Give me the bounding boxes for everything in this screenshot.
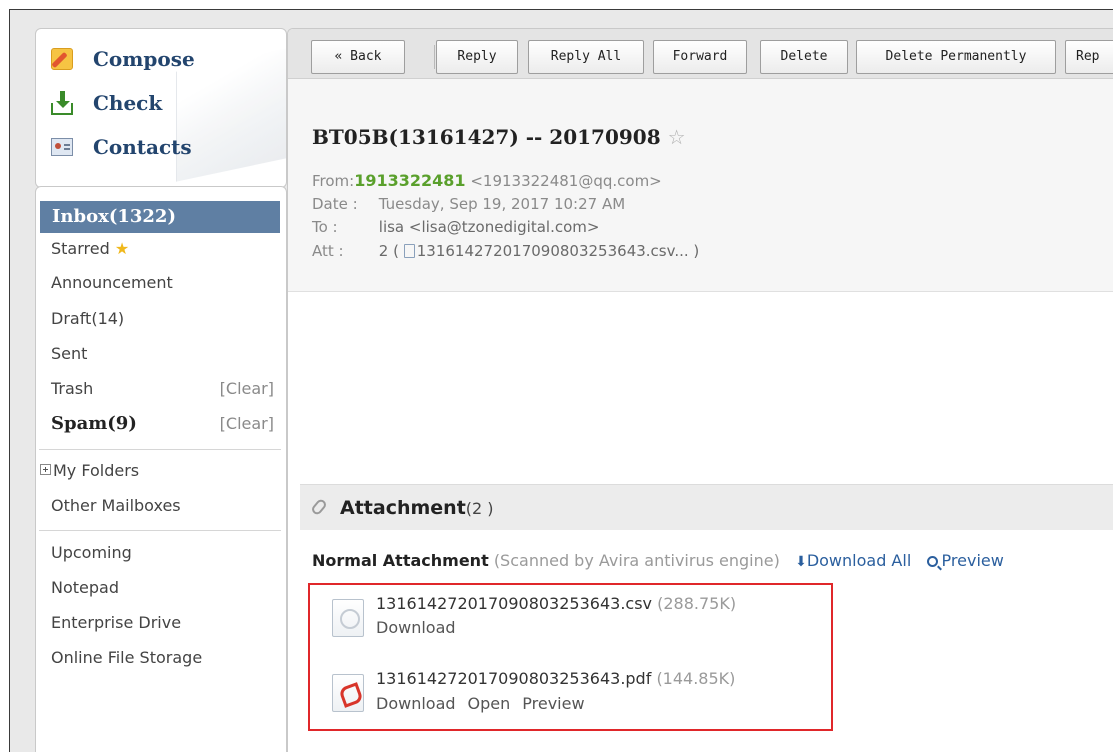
folder-list: Inbox(1322) Starred ★ Announcement Draft… — [35, 186, 287, 752]
att-label: Att : — [312, 242, 344, 260]
to-label: To : — [312, 218, 338, 236]
att-line: Att : 2 ( 13161427201709080325364​3.csv.… — [312, 242, 700, 260]
notepad[interactable]: Notepad — [51, 576, 119, 600]
enterprise-drive[interactable]: Enterprise Drive — [51, 611, 181, 635]
normal-attachment-bar: Normal Attachment (Scanned by Avira anti… — [312, 551, 1004, 570]
toolbar-separator — [434, 45, 435, 69]
reply-button[interactable]: Reply — [436, 40, 518, 74]
csv-actions: Download — [376, 618, 468, 637]
message-pane: « Back Reply Reply All Forward Delete De… — [287, 28, 1113, 752]
other-mailboxes[interactable]: Other Mailboxes — [51, 494, 181, 518]
attachment-item: 13161427201709080325364​3.csv (288.75K) — [376, 594, 736, 613]
attachment-count: (2 ) — [465, 499, 494, 518]
contacts-button[interactable]: Contacts — [51, 129, 192, 165]
download-all-label: Download All — [806, 551, 912, 570]
divider — [39, 530, 281, 531]
contacts-icon — [51, 138, 73, 156]
date-value: Tuesday, Sep 19, 2017 10:27 AM — [378, 195, 626, 213]
date-line: Date : Tuesday, Sep 19, 2017 10:27 AM — [312, 193, 625, 215]
attachment-title-text: Attachment — [340, 497, 466, 519]
pdf-download-link[interactable]: Download — [376, 694, 456, 713]
compose-button[interactable]: Compose — [51, 41, 195, 77]
from-email: <1913322481@qq.com> — [470, 172, 662, 190]
trash-clear-link[interactable]: [Clear] — [220, 377, 274, 401]
from-label: From: — [312, 172, 355, 190]
pdf-actions: Download Open Preview — [376, 694, 597, 713]
pdf-file-icon — [332, 674, 364, 712]
back-button[interactable]: « Back — [311, 40, 405, 74]
upcoming[interactable]: Upcoming — [51, 541, 132, 565]
folder-draft[interactable]: Draft(14) — [51, 307, 124, 331]
subject-text: BT05B(13161427) -- 20170908 — [312, 125, 661, 149]
to-value: lisa <lisa@tzonedigital.com> — [378, 218, 600, 236]
expand-icon — [40, 464, 51, 475]
folder-inbox[interactable]: Inbox(1322) — [40, 201, 280, 233]
star-icon: ★ — [114, 239, 130, 258]
pdf-preview-link[interactable]: Preview — [522, 694, 584, 713]
delete-button[interactable]: Delete — [760, 40, 848, 74]
folder-sent[interactable]: Sent — [51, 342, 87, 366]
att-summary-link[interactable]: 13161427201709080325364​3.csv... ) — [417, 242, 700, 260]
from-name[interactable]: 1913322481 — [354, 171, 465, 190]
attachment-item: 13161427201709080325364​3.pdf (144.85K) — [376, 669, 735, 688]
att-count: 2 — [378, 242, 389, 260]
folder-trash[interactable]: Trash — [51, 377, 93, 401]
my-folders-toggle[interactable]: My Folders — [40, 459, 139, 483]
csv-download-link[interactable]: Download — [376, 618, 456, 637]
folder-spam[interactable]: Spam(9) — [51, 412, 137, 436]
mail-window: Compose Check Contacts Inbox(1322) Starr… — [9, 9, 1113, 752]
attachment-title: Attachment(2 ) — [340, 497, 494, 519]
report-button[interactable]: Rep — [1065, 40, 1113, 74]
compose-icon — [51, 48, 73, 70]
divider — [39, 449, 281, 450]
folder-starred[interactable]: Starred ★ — [51, 237, 129, 261]
pdf-file-name: 13161427201709080325364​3.pdf — [376, 669, 652, 688]
quick-actions-panel: Compose Check Contacts — [35, 28, 287, 188]
file-icon — [403, 243, 415, 258]
csv-file-name: 13161427201709080325364​3.csv — [376, 594, 652, 613]
contacts-label: Contacts — [93, 135, 192, 159]
message-subject: BT05B(13161427) -- 20170908 ☆ — [312, 125, 686, 149]
pdf-file-size: (144.85K) — [656, 669, 736, 688]
preview-link[interactable]: Preview — [926, 551, 1004, 570]
preview-label: Preview — [941, 551, 1004, 570]
date-label: Date : — [312, 195, 358, 213]
to-line: To : lisa <lisa@tzonedigital.com> — [312, 216, 599, 238]
pdf-open-link[interactable]: Open — [468, 694, 511, 713]
attachment-header: Attachment(2 ) — [300, 484, 1113, 530]
toolbar: « Back Reply Reply All Forward Delete De… — [288, 29, 1113, 79]
forward-button[interactable]: Forward — [653, 40, 747, 74]
magnifier-icon — [926, 556, 938, 567]
from-line: From:1913322481 <1913322481@qq.com> — [312, 170, 662, 192]
reply-all-button[interactable]: Reply All — [528, 40, 644, 74]
scan-note: (Scanned by Avira antivirus engine) — [493, 551, 780, 570]
folder-announcement[interactable]: Announcement — [51, 271, 173, 295]
csv-file-icon — [332, 599, 364, 637]
check-label: Check — [93, 91, 163, 115]
paperclip-icon — [310, 497, 328, 517]
csv-file-size: (288.75K) — [657, 594, 737, 613]
check-mail-icon — [51, 91, 73, 115]
download-arrow-icon: ⬇ — [795, 554, 807, 570]
check-button[interactable]: Check — [51, 85, 162, 121]
folder-starred-label: Starred — [51, 239, 110, 258]
online-file-storage[interactable]: Online File Storage — [51, 646, 202, 670]
left-sidebar: Compose Check Contacts Inbox(1322) Starr… — [10, 10, 287, 752]
normal-attachment-title: Normal Attachment — [312, 551, 489, 570]
compose-label: Compose — [93, 47, 195, 71]
delete-permanently-button[interactable]: Delete Permanently — [856, 40, 1056, 74]
my-folders-label: My Folders — [53, 461, 140, 480]
spam-clear-link[interactable]: [Clear] — [220, 412, 274, 436]
download-all-link[interactable]: ⬇Download All — [795, 551, 911, 570]
star-outline-icon[interactable]: ☆ — [668, 125, 686, 149]
